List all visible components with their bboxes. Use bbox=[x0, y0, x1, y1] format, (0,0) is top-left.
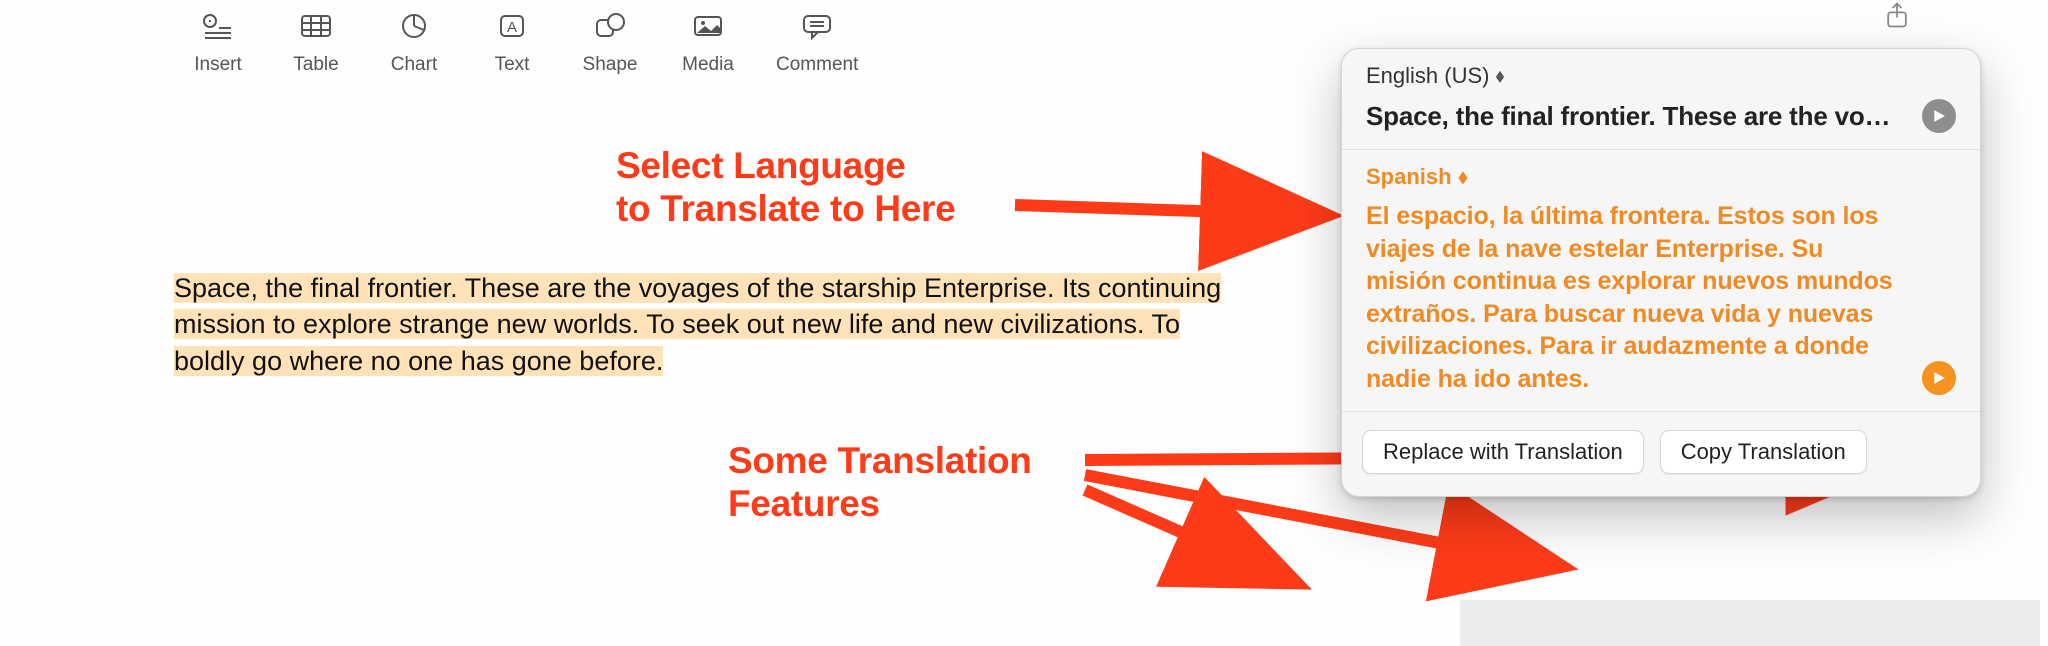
toolbar-label: Media bbox=[682, 54, 734, 76]
comment-icon bbox=[800, 12, 834, 46]
insert-icon bbox=[201, 12, 235, 46]
source-text-preview: Space, the final frontier. These are the… bbox=[1366, 101, 1908, 132]
svg-text:A: A bbox=[507, 19, 517, 36]
share-icon[interactable] bbox=[1880, 0, 1914, 35]
shape-button[interactable]: Shape bbox=[580, 12, 640, 76]
toolbar-label: Text bbox=[495, 54, 530, 76]
target-language-label: Spanish bbox=[1366, 164, 1452, 190]
document-body-text[interactable]: Space, the final frontier. These are the… bbox=[174, 270, 1284, 379]
toolbar-label: Table bbox=[293, 54, 338, 76]
shape-icon bbox=[593, 12, 627, 46]
table-button[interactable]: Table bbox=[286, 12, 346, 76]
table-icon bbox=[299, 12, 333, 46]
page-background-strip bbox=[1460, 600, 2040, 646]
toolbar-label: Shape bbox=[583, 54, 638, 76]
chevron-up-down-icon: ▴▾ bbox=[1460, 171, 1466, 183]
source-language-label: English (US) bbox=[1366, 63, 1489, 89]
annotation-line: Some Translation bbox=[728, 440, 1032, 483]
annotation-select-language: Select Language to Translate to Here bbox=[616, 145, 955, 230]
selected-text-line: mission to explore strange new worlds. T… bbox=[174, 309, 1180, 339]
selected-text-line: boldly go where no one has gone before. bbox=[174, 346, 663, 376]
annotation-line: to Translate to Here bbox=[616, 188, 955, 231]
insert-button[interactable]: Insert bbox=[188, 12, 248, 76]
media-icon bbox=[691, 12, 725, 46]
play-translation-audio-button[interactable] bbox=[1922, 361, 1956, 395]
chevron-up-down-icon: ▴▾ bbox=[1497, 70, 1503, 82]
toolbar-label: Insert bbox=[194, 54, 242, 76]
annotation-line: Features bbox=[728, 483, 1032, 526]
toolbar-label: Chart bbox=[391, 54, 437, 76]
replace-with-translation-button[interactable]: Replace with Translation bbox=[1362, 430, 1644, 474]
text-button[interactable]: A Text bbox=[482, 12, 542, 76]
toolbar-label: Comment bbox=[776, 54, 858, 76]
text-icon: A bbox=[495, 12, 529, 46]
annotation-line: Select Language bbox=[616, 145, 955, 188]
play-source-audio-button[interactable] bbox=[1922, 99, 1956, 133]
comment-button[interactable]: Comment bbox=[776, 12, 858, 76]
media-button[interactable]: Media bbox=[678, 12, 738, 76]
source-language-selector[interactable]: English (US) ▴▾ bbox=[1366, 63, 1504, 89]
chart-icon bbox=[397, 12, 431, 46]
target-language-selector[interactable]: Spanish ▴▾ bbox=[1366, 164, 1466, 190]
copy-translation-button[interactable]: Copy Translation bbox=[1660, 430, 1867, 474]
chart-button[interactable]: Chart bbox=[384, 12, 444, 76]
annotation-features: Some Translation Features bbox=[728, 440, 1032, 525]
selected-text-line: Space, the final frontier. These are the… bbox=[174, 273, 1221, 303]
translation-popover: English (US) ▴▾ Space, the final frontie… bbox=[1341, 48, 1981, 497]
translated-text: El espacio, la última frontera. Estos so… bbox=[1366, 200, 1908, 395]
